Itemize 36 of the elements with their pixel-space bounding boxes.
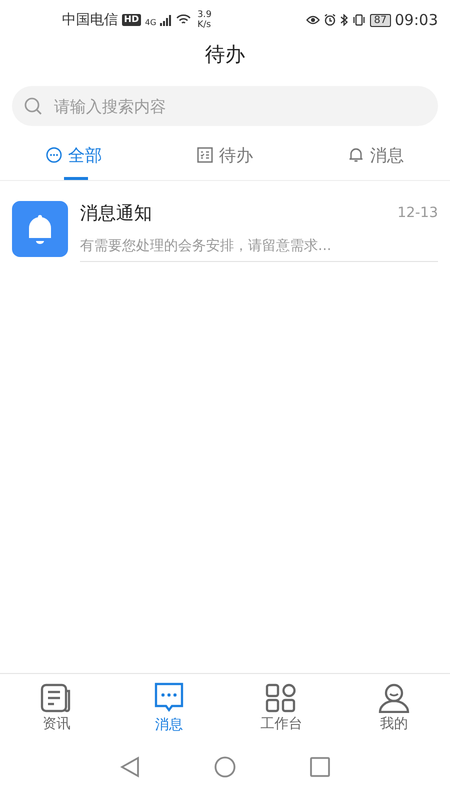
hd-badge: HD	[122, 14, 142, 26]
home-icon[interactable]	[214, 756, 236, 778]
document-icon	[40, 683, 72, 713]
more-icon	[46, 147, 62, 163]
checklist-icon	[197, 147, 213, 163]
bluetooth-icon	[340, 14, 348, 26]
nav-tab[interactable]: 资讯	[16, 683, 96, 733]
bell-icon	[12, 201, 68, 257]
filter-tab[interactable]: 全部	[46, 130, 102, 180]
vibrate-icon	[352, 14, 366, 26]
speed-unit: K/s	[197, 20, 212, 30]
nav-tab[interactable]: 工作台	[241, 683, 322, 733]
nav-tab[interactable]: 消息	[128, 682, 209, 734]
grid-icon	[265, 683, 298, 713]
message-preview: 有需要您处理的会务安排，请留意需求...	[80, 237, 332, 255]
speed-value: 3.9	[197, 10, 212, 20]
carrier-name: 中国电信	[62, 11, 118, 29]
eye-icon	[306, 15, 320, 25]
battery-level: 87	[370, 14, 391, 26]
nav-tab[interactable]: 我的	[354, 683, 434, 733]
page-title: 待办	[205, 40, 245, 68]
recents-icon[interactable]	[310, 757, 330, 777]
wifi-icon	[176, 14, 192, 26]
message-date: 12-13	[397, 205, 438, 221]
message-title: 消息通知	[80, 202, 152, 225]
signal-icon	[160, 14, 172, 26]
clock-time: 09:03	[394, 11, 438, 29]
search-field[interactable]: 请输入搜索内容	[12, 86, 438, 126]
person-icon	[378, 683, 410, 713]
alarm-icon	[324, 14, 336, 26]
filter-tab[interactable]: 待办	[197, 130, 253, 180]
bell-icon	[348, 147, 364, 163]
network-type: 4G	[145, 18, 156, 27]
filter-tab[interactable]: 消息	[348, 130, 404, 180]
chat-icon	[152, 682, 185, 714]
back-icon[interactable]	[120, 756, 140, 778]
